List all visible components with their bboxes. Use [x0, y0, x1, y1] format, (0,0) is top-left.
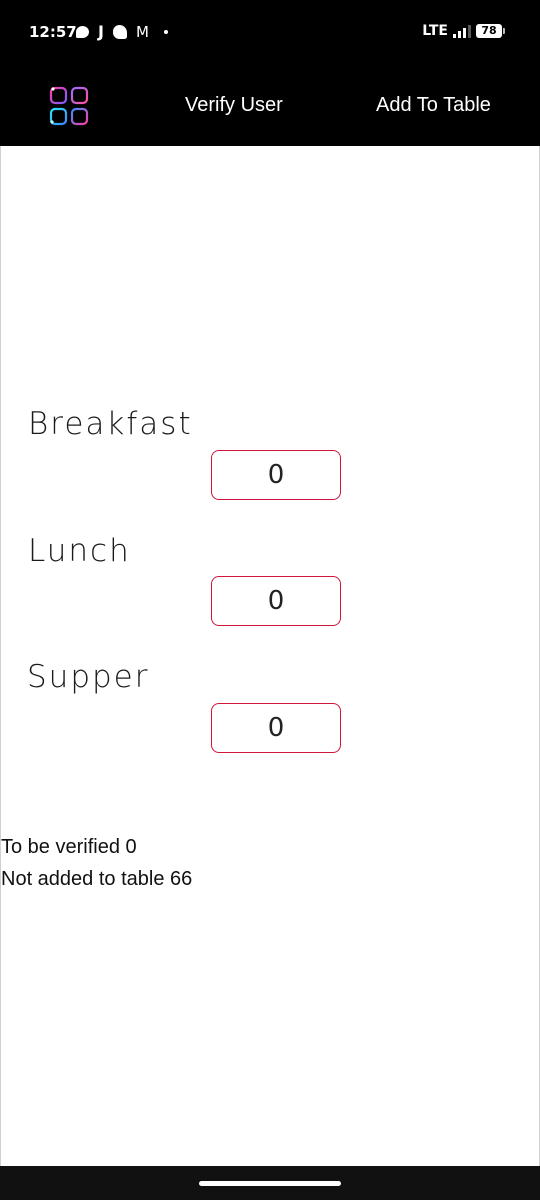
nav-add-to-table[interactable]: Add To Table — [376, 94, 491, 117]
nav-verify-user[interactable]: Verify User — [185, 94, 283, 117]
app-bar: Verify User Add To Table — [0, 66, 540, 146]
breakfast-label: Breakfast — [28, 406, 193, 442]
chat-notification-icon — [76, 25, 89, 38]
network-type: LTE — [422, 23, 448, 39]
j-notification-icon: J — [98, 22, 104, 41]
main-content: Breakfast 0 Lunch 0 Supper 0 To be verif… — [0, 146, 540, 1166]
breakfast-count-field[interactable]: 0 — [211, 450, 341, 500]
not-added-to-table-text: Not added to table 66 — [1, 868, 193, 890]
more-notifications-dot-icon — [163, 29, 168, 34]
signal-strength-icon — [453, 24, 471, 38]
supper-label: Supper — [27, 659, 150, 695]
to-be-verified-text: To be verified 0 — [1, 836, 137, 858]
lunch-count-field[interactable]: 0 — [211, 576, 341, 626]
supper-count-field[interactable]: 0 — [211, 703, 341, 753]
system-navigation-bar — [0, 1166, 540, 1200]
status-time: 12:57 — [29, 23, 77, 41]
battery-icon: 78 — [476, 24, 505, 38]
status-right: LTE 78 — [422, 23, 505, 39]
status-bar: 12:57 J M LTE 78 — [0, 0, 540, 66]
home-indicator[interactable] — [199, 1181, 341, 1186]
notification-icons: J M — [76, 22, 168, 41]
gmail-notification-icon: M — [135, 22, 149, 41]
lunch-label: Lunch — [28, 533, 131, 569]
app-grid-icon[interactable] — [45, 84, 93, 130]
bird-notification-icon — [112, 24, 127, 39]
